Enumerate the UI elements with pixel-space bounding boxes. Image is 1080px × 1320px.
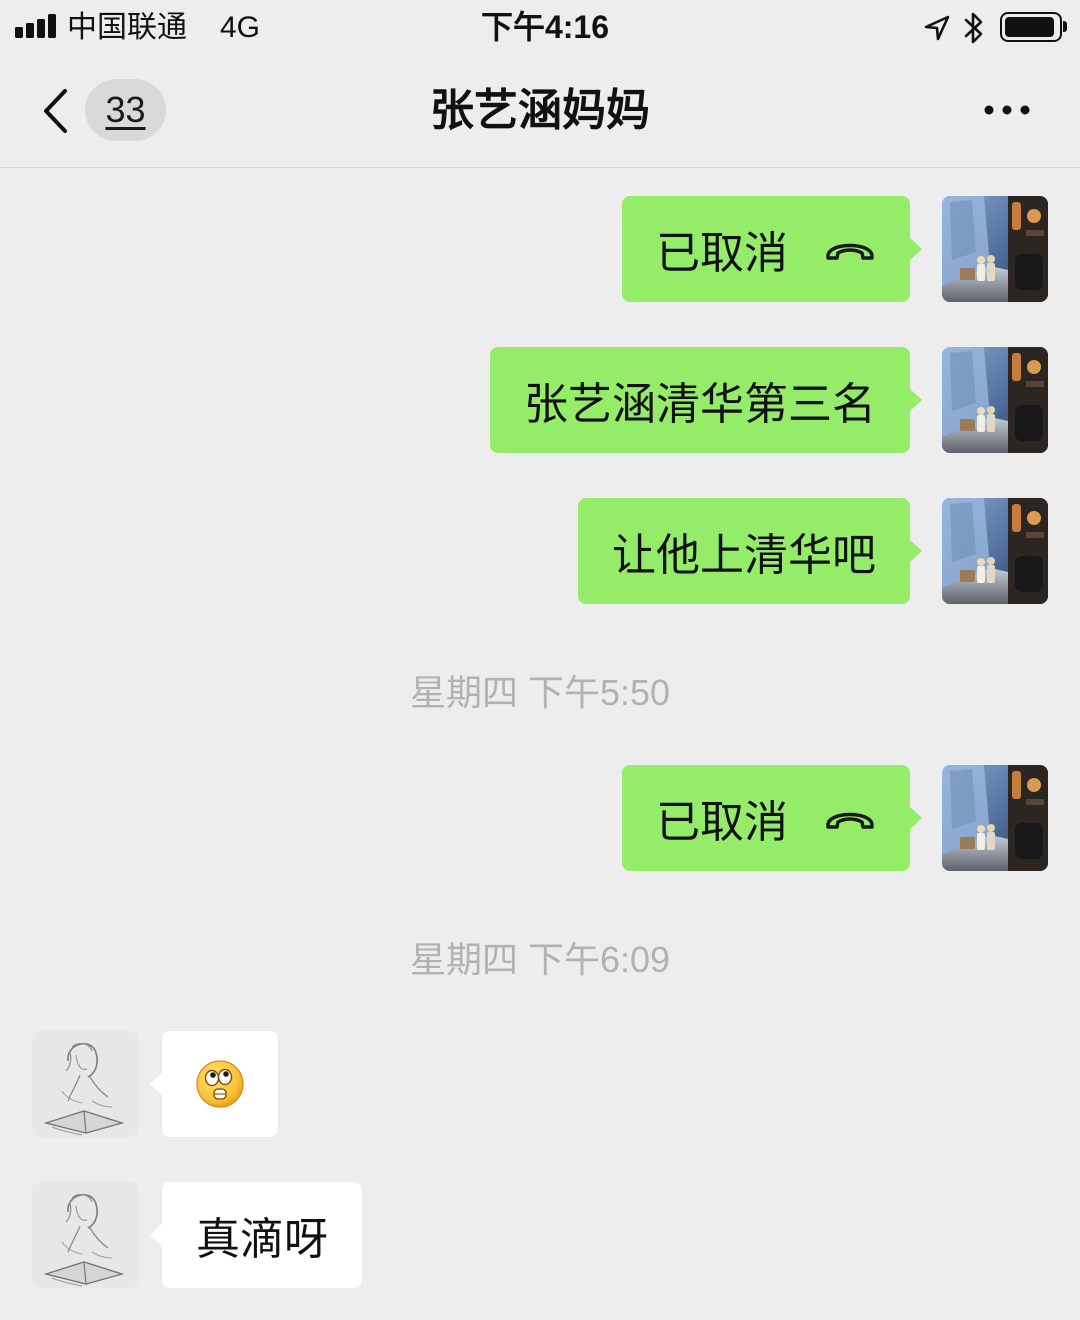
call-status-text: 已取消 — [656, 798, 788, 847]
phone-hangup-icon — [826, 812, 874, 829]
nav-bar: 张艺涵妈妈 33 — [0, 55, 1080, 167]
message-row: 张艺涵清华第三名 — [0, 347, 1080, 453]
battery-fill — [1005, 17, 1055, 37]
text-message-bubble[interactable]: 让他上清华吧 — [578, 498, 922, 604]
contact-avatar[interactable] — [32, 1182, 138, 1288]
message-row: 已取消 — [0, 765, 1080, 871]
message-text: 张艺涵清华第三名 — [524, 380, 876, 429]
status-bar: 中国联通 4G 下午4:16 — [0, 0, 1080, 55]
message-row: 已取消 — [0, 196, 1080, 302]
message-timestamp: 星期四 下午6:09 — [409, 939, 671, 980]
battery-icon — [1000, 12, 1062, 42]
clock: 下午4:16 — [480, 9, 610, 45]
chevron-left-icon[interactable] — [38, 86, 72, 136]
call-status-text: 已取消 — [656, 229, 788, 278]
message-text: 真滴呀 — [196, 1215, 328, 1264]
self-avatar[interactable] — [942, 347, 1048, 453]
message-row: 真滴呀 — [0, 1182, 1080, 1288]
battery-nub — [1063, 21, 1067, 32]
contact-avatar[interactable] — [32, 1031, 138, 1137]
bluetooth-icon — [964, 12, 983, 44]
nav-divider — [0, 167, 1080, 168]
self-avatar[interactable] — [942, 765, 1048, 871]
message-timestamp: 星期四 下午5:50 — [409, 672, 671, 713]
text-message-bubble[interactable]: 真滴呀 — [150, 1182, 362, 1288]
message-row: 让他上清华吧 — [0, 498, 1080, 604]
phone-hangup-icon — [826, 243, 874, 260]
call-record-bubble[interactable]: 已取消 — [622, 765, 922, 871]
self-avatar[interactable] — [942, 498, 1048, 604]
message-row — [0, 1031, 1080, 1137]
message-text: 让他上清华吧 — [612, 531, 876, 580]
location-arrow-icon — [924, 15, 950, 41]
surprised-face-emoji-icon — [196, 1060, 244, 1108]
unread-count-badge[interactable]: 33 — [85, 79, 166, 141]
more-dots-icon[interactable] — [980, 100, 1034, 120]
text-message-bubble[interactable]: 张艺涵清华第三名 — [490, 347, 922, 453]
emoji-message-bubble[interactable] — [150, 1031, 278, 1137]
call-record-bubble[interactable]: 已取消 — [622, 196, 922, 302]
self-avatar[interactable] — [942, 196, 1048, 302]
